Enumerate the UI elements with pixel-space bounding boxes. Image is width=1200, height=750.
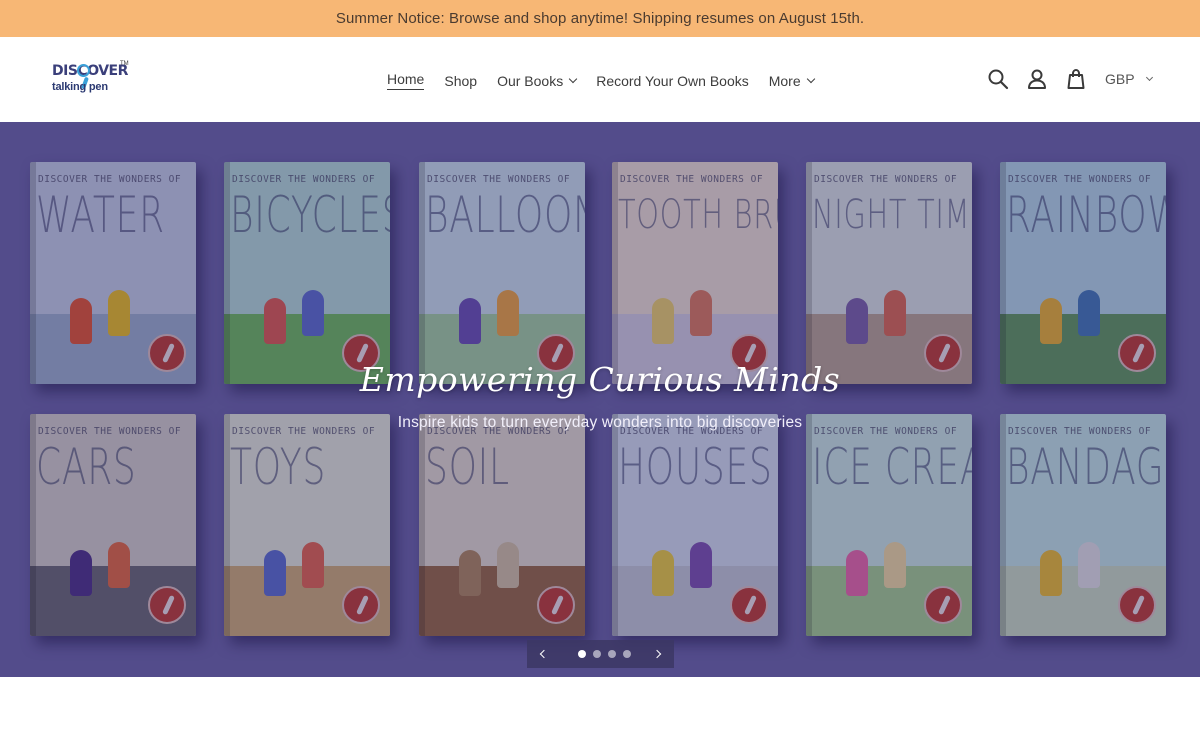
nav-home[interactable]: Home [387,71,425,90]
nav-our-books[interactable]: Our Books [497,72,578,89]
site-header: DISCOVER TM talking pen Home Shop Our Bo… [0,37,1200,122]
next-slide-button[interactable] [644,640,674,668]
nav-our-books-label: Our Books [497,72,564,89]
logo[interactable]: DISCOVER TM talking pen [52,61,132,101]
search-icon [988,69,1009,90]
chevron-down-icon [568,74,578,83]
hero-title: Empowering Curious Minds [359,360,841,399]
nav-home-label: Home [387,71,425,90]
chevron-left-icon [539,649,549,659]
nav-more-label: More [768,72,801,89]
header-actions: GBP [986,67,1153,91]
slide-dot[interactable] [578,650,586,658]
nav-shop[interactable]: Shop [444,73,477,89]
search-button[interactable] [986,67,1010,91]
logo-line2: talking pen [52,81,108,93]
slide-dot[interactable] [593,650,601,658]
account-button[interactable] [1025,67,1049,91]
hero-overlay [0,122,1200,677]
chevron-right-icon [652,649,662,659]
cart-icon [1067,68,1085,89]
previous-slide-button[interactable] [527,640,557,668]
announcement-bar: Summer Notice: Browse and shop anytime! … [0,0,1200,37]
slide-dots [557,650,644,658]
nav-shop-label: Shop [444,72,478,89]
chevron-down-icon [1145,73,1153,81]
slide-dot[interactable] [623,650,631,658]
slide-dot[interactable] [608,650,616,658]
hero-subtitle: Inspire kids to turn everyday wonders in… [397,414,803,431]
currency-value: GBP [1105,71,1135,87]
magnifier-icon [77,64,90,77]
nav-record-your-own-books[interactable]: Record Your Own Books [596,73,749,89]
announcement-text: Summer Notice: Browse and shop anytime! … [335,10,865,27]
slideshow-controls [527,640,674,668]
nav-record-label: Record Your Own Books [596,72,749,89]
currency-selector[interactable]: GBP [1105,71,1153,87]
hero-slideshow: DISCOVER THE WONDERS OF WATER DISCOVER THE… [0,122,1200,677]
cart-button[interactable] [1064,67,1088,91]
logo-trademark: TM [120,61,129,67]
nav-more[interactable]: More [768,72,815,89]
account-icon [1028,69,1046,89]
main-nav: Home Shop Our Books Record Your Own Book… [387,71,834,90]
chevron-down-icon [806,74,815,83]
